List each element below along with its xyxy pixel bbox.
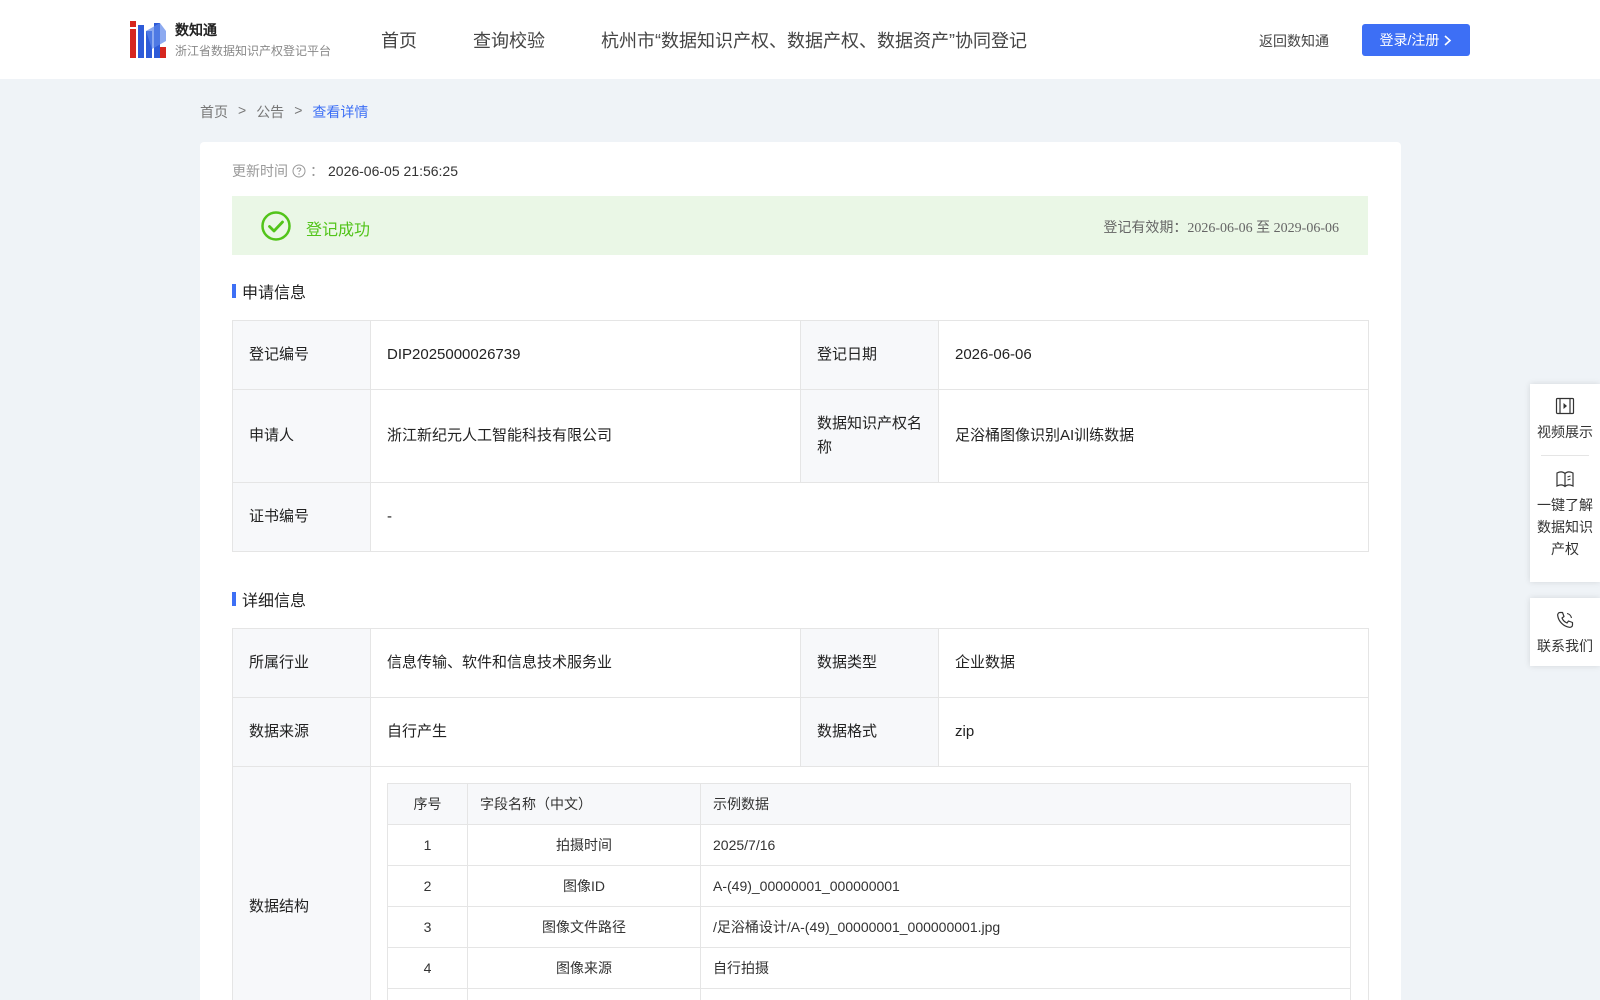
table-row — [387, 988, 1351, 1000]
learn-ip-label-line1: 一键了解 — [1537, 497, 1593, 513]
breadcrumb-current: 查看详情 — [312, 104, 369, 120]
field-label: 数据格式 — [800, 697, 939, 767]
breadcrumb: 首页 > 公告 > 查看详情 — [200, 102, 368, 122]
field-value: zip — [938, 697, 1369, 767]
side-widget-top: 视频展示 一键了解 数据知识 产权 — [1530, 384, 1600, 582]
field-value: 浙江新纪元人工智能科技有限公司 — [370, 389, 801, 483]
nav-query-verify[interactable]: 查询校验 — [473, 27, 545, 53]
table-cell: 图像来源 — [467, 947, 701, 989]
table-cell: 图像ID — [467, 865, 701, 907]
breadcrumb-home[interactable]: 首页 — [200, 102, 228, 122]
contact-us-label: 联系我们 — [1537, 638, 1593, 654]
validity-period: 登记有效期：2026-06-06 至 2029-06-06 — [1103, 221, 1339, 236]
nav-hangzhou-registration[interactable]: 杭州市“数据知识产权、数据产权、数据资产”协同登记 — [601, 27, 1027, 53]
table-cell: /足浴桶设计/A-(49)_00000001_000000001.jpg — [700, 906, 1351, 948]
data-structure-table: 序号 字段名称（中文） 示例数据 1 拍摄时间 2025/7/16 2 图像ID… — [387, 783, 1351, 1000]
back-to-shuzhitong-link[interactable]: 返回数知通 — [1259, 31, 1329, 51]
status-text: 登记成功 — [306, 222, 371, 239]
field-label: 证书编号 — [232, 482, 371, 552]
learn-ip-label-line3: 产权 — [1551, 541, 1579, 557]
field-value: 自行产生 — [370, 697, 801, 767]
video-showcase-label: 视频展示 — [1537, 424, 1593, 440]
brand-logo-icon[interactable] — [130, 21, 166, 58]
table-cell: 3 — [387, 906, 468, 948]
field-label: 数据类型 — [800, 628, 939, 698]
book-icon — [1556, 471, 1574, 488]
table-row: 所属行业 信息传输、软件和信息技术服务业 数据类型 企业数据 — [232, 628, 1369, 698]
breadcrumb-announcement[interactable]: 公告 — [256, 102, 284, 122]
field-value: 序号 字段名称（中文） 示例数据 1 拍摄时间 2025/7/16 2 图像ID… — [370, 766, 1369, 1000]
phone-icon — [1557, 611, 1574, 628]
column-header: 字段名称（中文） — [467, 783, 701, 825]
check-circle-icon — [261, 211, 291, 241]
table-cell: 4 — [387, 947, 468, 989]
field-value: 2026-06-06 — [938, 320, 1369, 390]
field-label: 登记日期 — [800, 320, 939, 390]
side-widget-contact: 联系我们 — [1530, 598, 1600, 666]
nav-home[interactable]: 首页 — [381, 27, 417, 53]
table-row: 3 图像文件路径 /足浴桶设计/A-(49)_00000001_00000000… — [387, 906, 1351, 948]
table-cell: 图像文件路径 — [467, 906, 701, 948]
detail-info-table: 所属行业 信息传输、软件和信息技术服务业 数据类型 企业数据 数据来源 自行产生… — [232, 628, 1369, 1000]
table-cell: 2 — [387, 865, 468, 907]
table-cell: A-(49)_00000001_000000001 — [700, 865, 1351, 907]
update-time-value: 2026-06-05 21:56:25 — [328, 163, 458, 179]
field-label: 数据知识产权名称 — [800, 389, 939, 483]
section-title-application: 申请信息 — [232, 279, 306, 303]
login-register-label: 登录/注册 — [1379, 32, 1440, 48]
update-time-colon: ： — [310, 163, 324, 179]
divider — [1541, 455, 1589, 456]
table-header-row: 序号 字段名称（中文） 示例数据 — [387, 783, 1351, 825]
table-cell — [467, 988, 701, 1000]
field-value: DIP2025000026739 — [370, 320, 801, 390]
table-row: 2 图像ID A-(49)_00000001_000000001 — [387, 865, 1351, 907]
section-marker — [232, 592, 236, 606]
breadcrumb-separator: > — [294, 102, 303, 118]
brand-subtitle: 浙江省数据知识产权登记平台 — [175, 44, 332, 58]
table-row: 1 拍摄时间 2025/7/16 — [387, 824, 1351, 866]
column-header: 示例数据 — [700, 783, 1351, 825]
field-label: 申请人 — [232, 389, 371, 483]
table-cell: 2025/7/16 — [700, 824, 1351, 866]
video-icon — [1555, 397, 1575, 415]
field-value: 足浴桶图像识别AI训练数据 — [938, 389, 1369, 483]
field-value: 企业数据 — [938, 628, 1369, 698]
video-showcase-button[interactable]: 视频展示 — [1530, 384, 1600, 443]
chevron-right-icon — [1444, 34, 1452, 46]
field-value: 信息传输、软件和信息技术服务业 — [370, 628, 801, 698]
table-row: 数据结构 序号 字段名称（中文） 示例数据 1 拍摄时间 2025/7/16 2… — [232, 766, 1369, 1000]
update-time-row: 更新时间 ： 2026-06-05 21:56:25 — [232, 161, 458, 181]
table-row: 证书编号 - — [232, 482, 1369, 552]
registration-status-banner: 登记成功 登记有效期：2026-06-06 至 2029-06-06 — [232, 196, 1368, 255]
table-cell — [700, 988, 1351, 1000]
breadcrumb-separator: > — [238, 102, 247, 118]
table-row: 数据来源 自行产生 数据格式 zip — [232, 697, 1369, 767]
table-cell — [387, 988, 468, 1000]
update-time-label: 更新时间 — [232, 163, 288, 179]
column-header: 序号 — [387, 783, 468, 825]
table-cell: 自行拍摄 — [700, 947, 1351, 989]
section-title-detail: 详细信息 — [232, 587, 306, 611]
section-title-text: 详细信息 — [242, 593, 307, 610]
section-title-text: 申请信息 — [242, 285, 307, 302]
contact-us-button[interactable]: 联系我们 — [1530, 598, 1600, 657]
brand-name[interactable]: 数知通 — [175, 20, 217, 40]
login-register-button[interactable]: 登录/注册 — [1362, 24, 1470, 56]
table-cell: 1 — [387, 824, 468, 866]
section-marker — [232, 284, 236, 298]
question-circle-icon[interactable] — [292, 164, 306, 178]
table-row: 登记编号 DIP2025000026739 登记日期 2026-06-06 — [232, 320, 1369, 390]
application-info-table: 登记编号 DIP2025000026739 登记日期 2026-06-06 申请… — [232, 320, 1369, 552]
table-row: 申请人 浙江新纪元人工智能科技有限公司 数据知识产权名称 足浴桶图像识别AI训练… — [232, 389, 1369, 483]
field-label: 所属行业 — [232, 628, 371, 698]
field-value: - — [370, 482, 1369, 552]
field-label: 数据结构 — [232, 766, 371, 1000]
field-label: 数据来源 — [232, 697, 371, 767]
table-cell: 拍摄时间 — [467, 824, 701, 866]
field-label: 登记编号 — [232, 320, 371, 390]
table-row: 4 图像来源 自行拍摄 — [387, 947, 1351, 989]
top-header: 数知通 浙江省数据知识产权登记平台 首页 查询校验 杭州市“数据知识产权、数据产… — [0, 0, 1600, 79]
learn-ip-label-line2: 数据知识 — [1537, 519, 1593, 535]
learn-ip-button[interactable]: 一键了解 数据知识 产权 — [1530, 468, 1600, 560]
